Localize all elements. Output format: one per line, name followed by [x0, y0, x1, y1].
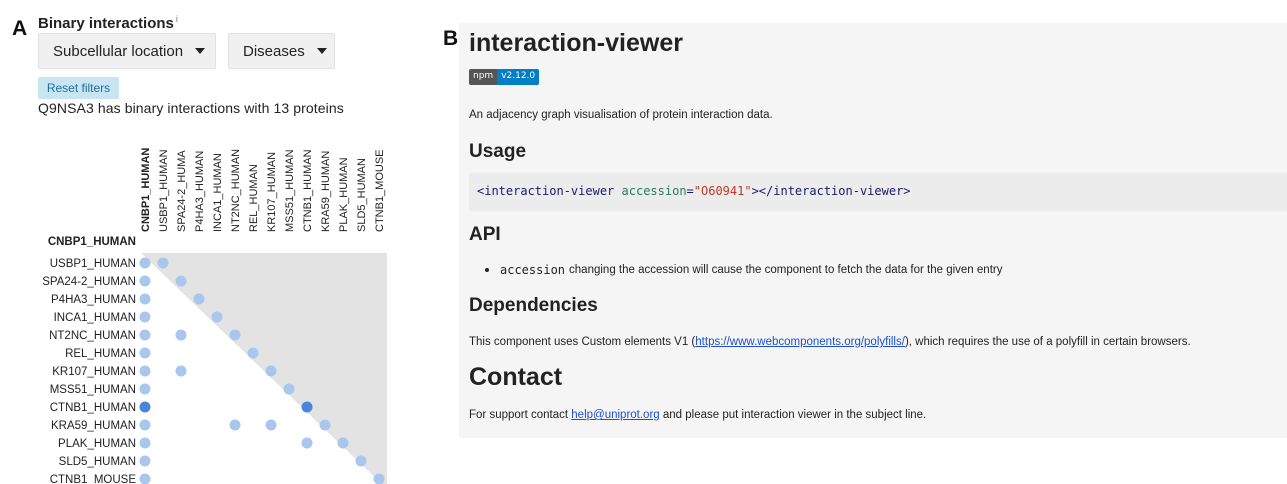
interaction-dot[interactable] — [139, 311, 151, 323]
interaction-dot[interactable] — [139, 419, 151, 431]
code-attribute: accession — [621, 184, 687, 198]
npm-badge-label: npm — [469, 69, 498, 85]
row-label[interactable]: SPA24-2_HUMAN — [42, 276, 136, 288]
contact-heading: Contact — [469, 363, 563, 391]
code-close-tag: ></interaction-viewer> — [751, 184, 911, 198]
interaction-dot[interactable] — [193, 293, 205, 305]
column-label[interactable]: REL_HUMAN — [248, 164, 260, 232]
usage-heading: Usage — [469, 141, 527, 162]
interaction-dot[interactable] — [337, 437, 349, 449]
interaction-dot[interactable] — [175, 275, 187, 287]
api-item-code: accession — [500, 263, 566, 277]
interaction-dot[interactable] — [139, 347, 151, 359]
polyfills-link[interactable]: https://www.webcomponents.org/polyfills/ — [695, 336, 905, 348]
interaction-dot[interactable] — [139, 365, 151, 377]
npm-badge-version: v2.12.0 — [497, 69, 540, 85]
interaction-dot[interactable] — [175, 365, 187, 377]
column-label[interactable]: NT2NC_HUMAN — [230, 149, 242, 232]
row-label[interactable]: MSS51_HUMAN — [50, 384, 136, 396]
row-label[interactable]: INCA1_HUMAN — [54, 312, 136, 324]
interaction-matrix: CNBP1_HUMAN USBP1_HUMAN SPA24-2_HUMA P4HA3_… — [42, 148, 387, 484]
npm-version-badge[interactable]: npm v2.12.0 — [469, 69, 540, 85]
interaction-dot[interactable] — [139, 383, 151, 395]
row-label[interactable]: REL_HUMAN — [65, 348, 136, 360]
contact-text: For support contact help@uniprot.org and… — [469, 409, 926, 421]
interaction-dot[interactable] — [139, 293, 151, 305]
row-label[interactable]: SLD5_HUMAN — [59, 456, 136, 468]
binary-interactions-panel: A Binary interactions i Subcellular locat… — [0, 0, 440, 484]
usage-code-block: <interaction-viewer accession="O60941"><… — [469, 173, 1287, 211]
row-label[interactable]: PLAK_HUMAN — [58, 438, 136, 450]
interaction-dot[interactable] — [229, 419, 241, 431]
interaction-dot[interactable] — [283, 383, 295, 395]
interaction-dot[interactable] — [139, 437, 151, 449]
column-label[interactable]: SPA24-2_HUMA — [176, 150, 188, 232]
interaction-dot[interactable] — [301, 437, 313, 449]
interaction-dot[interactable] — [139, 473, 151, 484]
code-open-tag: <interaction-viewer — [477, 184, 615, 198]
row-label[interactable]: NT2NC_HUMAN — [49, 330, 136, 342]
contact-email-link[interactable]: help@uniprot.org — [571, 409, 659, 421]
readme-title: interaction-viewer — [469, 29, 683, 57]
row-label[interactable]: USBP1_HUMAN — [50, 258, 136, 270]
row-label[interactable]: KR107_HUMAN — [52, 366, 136, 378]
code-equals: = — [686, 184, 694, 198]
interaction-dot[interactable] — [229, 329, 241, 341]
contact-suffix: and please put interaction viewer in the… — [659, 409, 927, 421]
column-label[interactable]: CTNB1_MOUSE — [374, 149, 386, 232]
column-label[interactable]: KRA59_HUMAN — [320, 151, 332, 232]
interaction-dot[interactable] — [139, 401, 151, 413]
row-label[interactable]: CNBP1_HUMAN — [48, 236, 136, 248]
readme-description: An adjacency graph visualisation of prot… — [469, 109, 773, 121]
interaction-dot[interactable] — [139, 329, 151, 341]
interaction-dot[interactable] — [139, 257, 151, 269]
row-label[interactable]: KRA59_HUMAN — [51, 420, 136, 432]
interaction-dot[interactable] — [139, 455, 151, 467]
readme-panel: interaction-viewer npm v2.12.0 An adjace… — [459, 23, 1287, 438]
row-label[interactable]: CTNB1_MOUSE — [50, 474, 137, 484]
api-heading: API — [469, 224, 501, 245]
api-list-item: accession changing the accession will ca… — [485, 263, 1002, 277]
row-label[interactable]: P4HA3_HUMAN — [51, 294, 136, 306]
column-label[interactable]: USBP1_HUMAN — [158, 149, 170, 232]
interaction-dot[interactable] — [247, 347, 259, 359]
api-item-text: changing the accession will cause the co… — [569, 264, 1003, 276]
column-label[interactable]: SLD5_HUMAN — [356, 158, 368, 232]
interaction-dot[interactable] — [373, 473, 385, 484]
column-label[interactable]: KR107_HUMAN — [266, 152, 278, 232]
code-value: "O60941" — [693, 184, 752, 198]
contact-prefix: For support contact — [469, 409, 572, 421]
interaction-dot[interactable] — [319, 419, 331, 431]
deps-suffix: ), which requires the use of a polyfill … — [904, 336, 1191, 348]
interaction-dot[interactable] — [211, 311, 223, 323]
column-label[interactable]: MSS51_HUMAN — [284, 149, 296, 232]
column-label[interactable]: INCA1_HUMAN — [212, 153, 224, 232]
interaction-dot[interactable] — [265, 419, 277, 431]
interaction-dot[interactable] — [265, 365, 277, 377]
panel-letter-b: B — [443, 27, 459, 50]
column-label[interactable]: P4HA3_HUMAN — [194, 151, 206, 232]
bullet-icon — [485, 268, 489, 272]
interaction-dot[interactable] — [139, 275, 151, 287]
row-label[interactable]: CTNB1_HUMAN — [50, 402, 136, 414]
interaction-dot[interactable] — [175, 329, 187, 341]
column-label[interactable]: PLAK_HUMAN — [338, 157, 350, 232]
column-label[interactable]: CTNB1_HUMAN — [302, 149, 314, 232]
deps-prefix: This component uses Custom elements V1 ( — [469, 336, 696, 348]
dependencies-text: This component uses Custom elements V1 (… — [469, 336, 1191, 348]
dependencies-heading: Dependencies — [469, 295, 598, 316]
interaction-dot[interactable] — [355, 455, 367, 467]
interaction-dot[interactable] — [157, 257, 169, 269]
interaction-dot[interactable] — [301, 401, 313, 413]
column-label[interactable]: CNBP1_HUMAN — [140, 148, 152, 232]
